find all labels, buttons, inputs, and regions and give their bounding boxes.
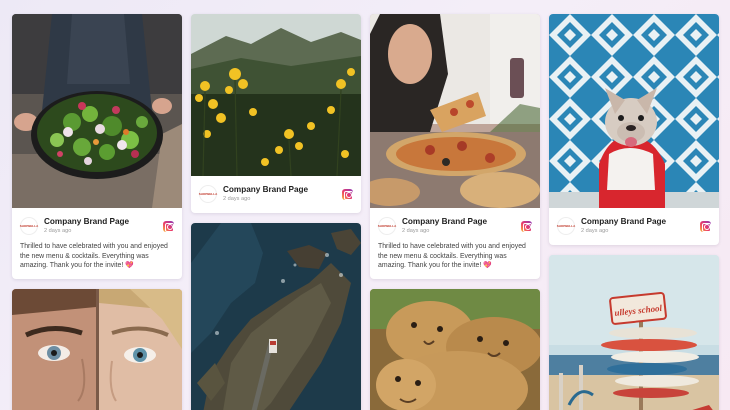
feed-column-4: SHOPBELLA Company Brand Page 2 days ago … xyxy=(549,14,719,410)
brand-name[interactable]: Company Brand Page xyxy=(44,217,163,226)
post-header: SHOPBELLA Company Brand Page 2 days ago xyxy=(20,215,174,237)
instagram-icon[interactable] xyxy=(163,220,174,232)
post-photo-salad[interactable] xyxy=(12,14,182,208)
instagram-icon[interactable] xyxy=(342,188,353,200)
instagram-icon[interactable] xyxy=(521,220,532,232)
post-photo-pizza[interactable] xyxy=(370,14,540,208)
post-card[interactable]: SHOPBELLA Company Brand Page 2 days ago xyxy=(549,14,719,245)
brand-logo: SHOPBELLA xyxy=(199,185,217,203)
feed-column-1: SHOPBELLA Company Brand Page 2 days ago … xyxy=(12,14,182,410)
post-photo-dog[interactable] xyxy=(549,14,719,208)
post-photo-coast-road[interactable] xyxy=(191,223,361,410)
post-photo-flowers[interactable] xyxy=(191,14,361,176)
feed-column-3: SHOPBELLA Company Brand Page 2 days ago … xyxy=(370,14,540,410)
brand-name[interactable]: Company Brand Page xyxy=(581,217,700,226)
post-photo-lion-cubs[interactable] xyxy=(370,288,540,410)
post-caption: Thrilled to have celebrated with you and… xyxy=(20,243,168,270)
post-header: SHOPBELLA Company Brand Page 2 days ago xyxy=(378,215,532,237)
post-meta: SHOPBELLA Company Brand Page 2 days ago xyxy=(549,208,719,245)
post-header: SHOPBELLA Company Brand Page 2 days ago xyxy=(199,183,353,205)
post-card[interactable]: SHOPBELLA Company Brand Page 2 days ago xyxy=(191,14,361,213)
post-photo-surf-school[interactable]: ulleys school xyxy=(549,255,719,410)
post-photo-faces[interactable] xyxy=(12,288,182,410)
post-header: SHOPBELLA Company Brand Page 2 days ago xyxy=(557,215,711,237)
post-caption: Thrilled to have celebrated with you and… xyxy=(378,243,526,270)
post-card[interactable]: SHOPBELLA Company Brand Page 2 days ago … xyxy=(12,14,182,279)
post-meta: SHOPBELLA Company Brand Page 2 days ago xyxy=(191,176,361,213)
post-card[interactable] xyxy=(370,288,540,410)
post-meta: SHOPBELLA Company Brand Page 2 days ago … xyxy=(370,208,540,279)
brand-logo: SHOPBELLA xyxy=(378,217,396,235)
feed-column-2: SHOPBELLA Company Brand Page 2 days ago xyxy=(191,14,361,410)
instagram-icon[interactable] xyxy=(700,220,711,232)
post-card[interactable] xyxy=(12,288,182,410)
post-date: 2 days ago xyxy=(44,227,72,234)
post-card[interactable]: SHOPBELLA Company Brand Page 2 days ago … xyxy=(370,14,540,279)
brand-name[interactable]: Company Brand Page xyxy=(402,217,521,226)
brand-logo: SHOPBELLA xyxy=(20,217,38,235)
post-date: 2 days ago xyxy=(223,195,251,202)
post-date: 2 days ago xyxy=(581,227,609,234)
brand-name[interactable]: Company Brand Page xyxy=(223,185,342,194)
post-card[interactable]: ulleys school xyxy=(549,255,719,410)
post-date: 2 days ago xyxy=(402,227,430,234)
brand-logo: SHOPBELLA xyxy=(557,217,575,235)
post-meta: SHOPBELLA Company Brand Page 2 days ago … xyxy=(12,208,182,279)
post-card[interactable] xyxy=(191,223,361,410)
